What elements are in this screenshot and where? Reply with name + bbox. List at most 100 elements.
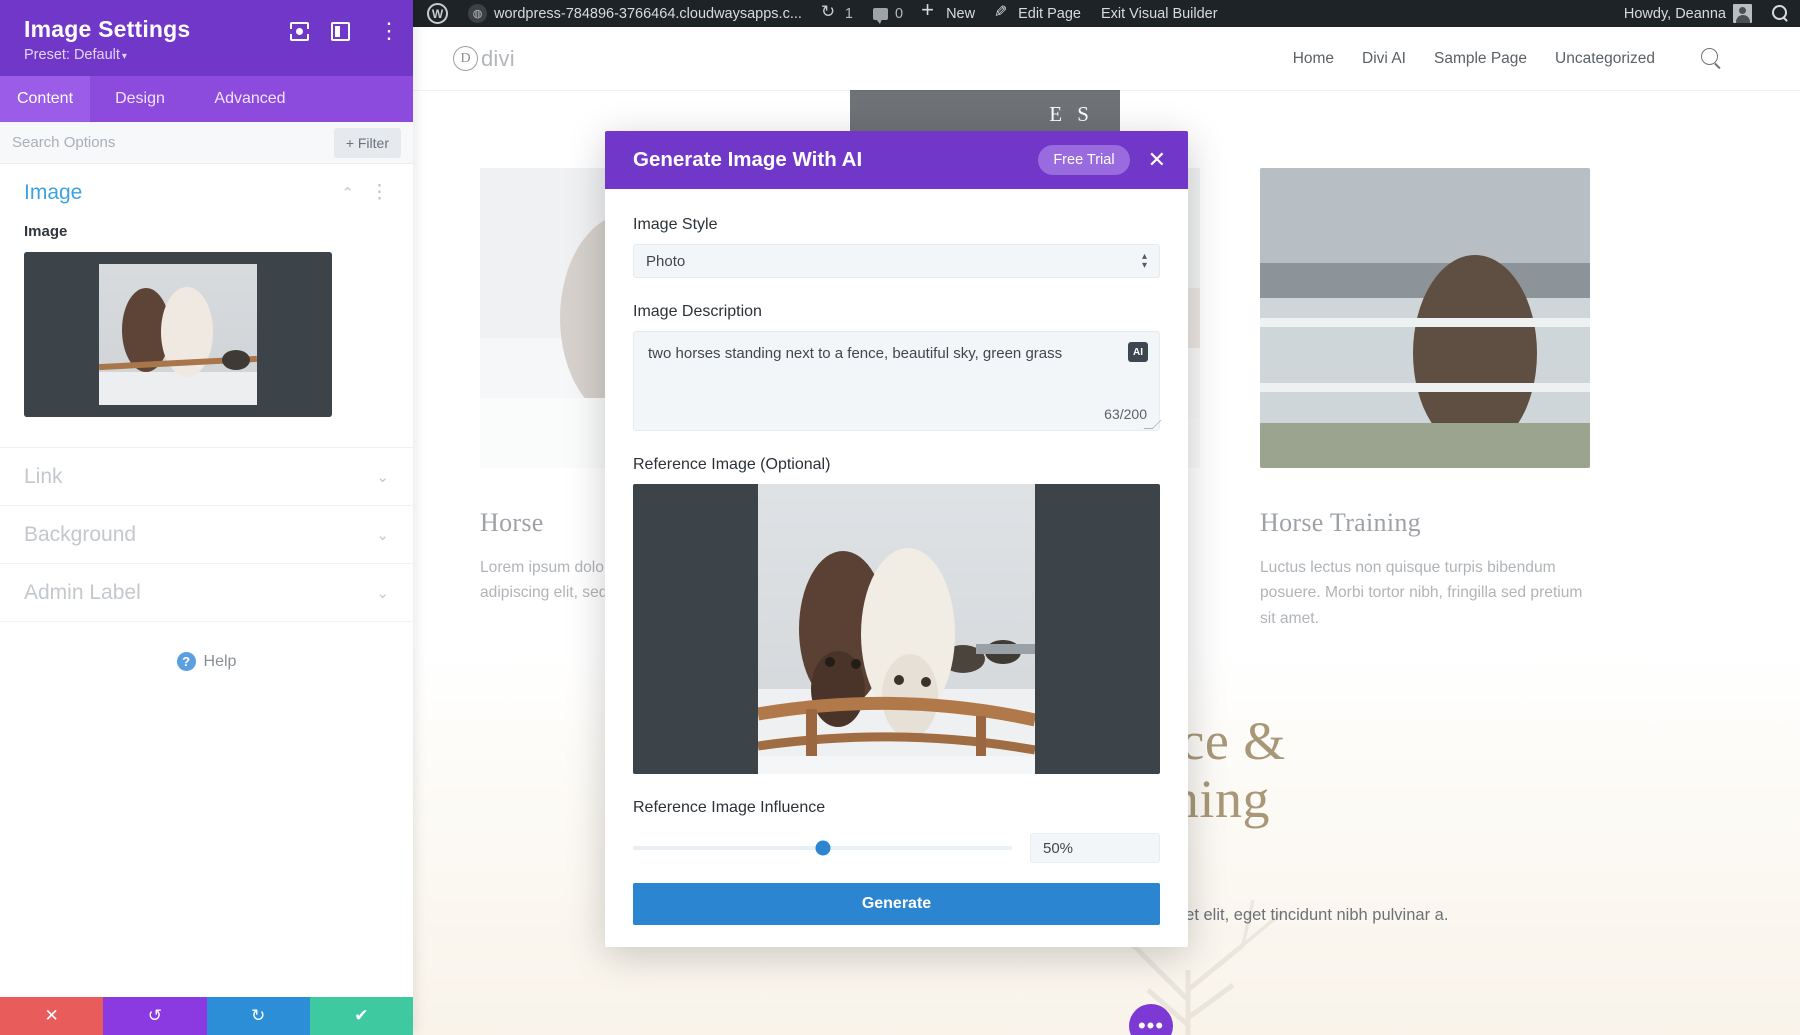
image-settings-panel: Image Settings Preset: Default▾ Content … — [0, 0, 413, 1035]
image-style-value: Photo — [646, 253, 685, 270]
panel-preset-label: Preset: Default — [24, 47, 120, 63]
exit-visual-builder-link[interactable]: Exit Visual Builder — [1091, 0, 1228, 27]
admin-bar-right: Howdy, Deanna — [1614, 0, 1800, 27]
chevron-down-icon[interactable]: ⌄ — [376, 584, 389, 602]
panel-preset-selector[interactable]: Preset: Default▾ — [24, 47, 190, 63]
reference-influence-row: 50% — [633, 833, 1160, 863]
check-icon: ✔ — [354, 1006, 368, 1026]
help-icon: ? — [177, 652, 196, 671]
updates-menu[interactable]: 1 — [812, 0, 863, 27]
account-menu[interactable]: Howdy, Deanna — [1614, 0, 1762, 27]
site-search-icon[interactable] — [1701, 48, 1722, 69]
image-field-label: Image — [24, 223, 389, 240]
wordpress-logo-icon — [427, 3, 448, 24]
reference-influence-slider[interactable] — [633, 846, 1012, 850]
image-description-label: Image Description — [633, 303, 1160, 321]
edit-page-label: Edit Page — [1018, 6, 1081, 22]
reference-influence-label: Reference Image Influence — [633, 799, 1160, 817]
card-title: Horse Training — [1260, 508, 1590, 538]
chevron-down-icon[interactable]: ⌄ — [376, 526, 389, 544]
service-card: Horse Training Luctus lectus non quisque… — [1260, 168, 1590, 631]
site-icon: ◍ — [468, 4, 487, 23]
horse-photo-3 — [1260, 168, 1590, 468]
close-modal-button[interactable]: ✕ — [1148, 149, 1166, 171]
section-link-header[interactable]: Link ⌄ — [24, 448, 389, 505]
edit-page-link[interactable]: Edit Page — [985, 0, 1091, 27]
site-name-label: wordpress-784896-3766464.cloudwaysapps.c… — [494, 6, 802, 22]
image-preview[interactable] — [24, 252, 332, 417]
image-description-value: two horses standing next to a fence, bea… — [648, 343, 1148, 364]
new-content-menu[interactable]: New — [913, 0, 985, 27]
image-description-input[interactable]: two horses standing next to a fence, bea… — [633, 331, 1160, 431]
chevron-down-icon: ▾ — [122, 51, 127, 62]
site-name-menu[interactable]: ◍ wordpress-784896-3766464.cloudwaysapps… — [458, 0, 812, 27]
panel-layout-icon[interactable] — [331, 22, 350, 41]
discard-changes-button[interactable]: ✕ — [0, 997, 103, 1035]
undo-button[interactable]: ↺ — [103, 997, 206, 1035]
generate-image-ai-modal: Generate Image With AI Free Trial ✕ Imag… — [605, 131, 1188, 947]
wp-logo-menu[interactable] — [413, 0, 458, 27]
section-more-options-icon[interactable]: ⋮ — [370, 183, 389, 202]
panel-header: Image Settings Preset: Default▾ — [0, 0, 413, 76]
modal-title: Generate Image With AI — [633, 148, 862, 172]
nav-item-divi-ai[interactable]: Divi AI — [1362, 50, 1406, 68]
chevron-up-icon[interactable]: ⌃ — [341, 184, 354, 202]
reference-influence-value[interactable]: 50% — [1030, 833, 1160, 863]
section-background-header[interactable]: Background ⌄ — [24, 506, 389, 563]
panel-search-bar: + Filter — [0, 122, 413, 164]
horse-reference-photo — [758, 484, 1035, 774]
modal-header: Generate Image With AI Free Trial ✕ — [605, 131, 1188, 189]
nav-item-uncategorized[interactable]: Uncategorized — [1555, 50, 1655, 68]
select-arrows-icon: ▴▾ — [1142, 252, 1147, 270]
chevron-down-icon[interactable]: ⌄ — [376, 468, 389, 486]
generate-button[interactable]: Generate — [633, 883, 1160, 925]
section-background: Background ⌄ — [0, 506, 413, 564]
tab-advanced[interactable]: Advanced — [190, 76, 310, 122]
divi-logo-mark: D — [453, 46, 478, 71]
comment-icon — [873, 8, 888, 20]
comments-count: 0 — [895, 6, 903, 22]
site-header: D divi Home Divi AI Sample Page Uncatego… — [413, 27, 1800, 90]
section-background-label: Background — [24, 523, 136, 547]
updates-count: 1 — [845, 6, 853, 22]
ai-assist-icon[interactable]: AI — [1128, 342, 1148, 362]
section-admin-label-label: Admin Label — [24, 581, 141, 605]
free-trial-badge[interactable]: Free Trial — [1038, 145, 1129, 175]
redo-button[interactable]: ↻ — [207, 997, 310, 1035]
panel-title: Image Settings — [24, 16, 190, 43]
app-screen: D divi Home Divi AI Sample Page Uncatego… — [0, 0, 1800, 1035]
card-text: Luctus lectus non quisque turpis bibendu… — [1260, 555, 1590, 631]
focus-mode-icon[interactable] — [290, 22, 309, 41]
refresh-icon — [822, 6, 838, 22]
panel-footer: ✕ ↺ ↻ ✔ — [0, 997, 413, 1035]
tab-content[interactable]: Content — [0, 76, 90, 122]
help-link[interactable]: ? Help — [0, 622, 413, 671]
close-icon: ✕ — [45, 1006, 59, 1026]
panel-more-options-icon[interactable] — [372, 22, 391, 41]
search-input[interactable] — [12, 134, 334, 151]
section-image-header[interactable]: Image ⌃ ⋮ — [24, 164, 389, 221]
section-image: Image ⌃ ⋮ Image — [0, 164, 413, 448]
pencil-icon — [995, 6, 1011, 22]
image-style-select[interactable]: Photo ▴▾ — [633, 244, 1160, 278]
filter-button[interactable]: + Filter — [334, 128, 401, 158]
comments-menu[interactable]: 0 — [863, 0, 913, 27]
nav-item-sample-page[interactable]: Sample Page — [1434, 50, 1527, 68]
tab-design[interactable]: Design — [90, 76, 190, 122]
howdy-label: Howdy, Deanna — [1624, 6, 1726, 22]
divi-logo[interactable]: D divi — [453, 46, 515, 72]
section-link-label: Link — [24, 465, 63, 489]
help-label: Help — [204, 653, 237, 671]
nav-item-home[interactable]: Home — [1293, 50, 1334, 68]
save-changes-button[interactable]: ✔ — [310, 997, 413, 1035]
reference-image-preview[interactable] — [633, 484, 1160, 774]
section-admin-label-header[interactable]: Admin Label ⌄ — [24, 564, 389, 621]
panel-sections: Image ⌃ ⋮ Image — [0, 164, 413, 997]
redo-icon: ↻ — [251, 1006, 265, 1026]
horse-thumbnail — [24, 252, 332, 417]
divi-logo-word: divi — [481, 46, 515, 72]
section-admin-label: Admin Label ⌄ — [0, 564, 413, 622]
character-counter: 63/200 — [1104, 406, 1147, 422]
slider-thumb[interactable] — [815, 841, 830, 856]
admin-search-button[interactable] — [1762, 0, 1800, 27]
